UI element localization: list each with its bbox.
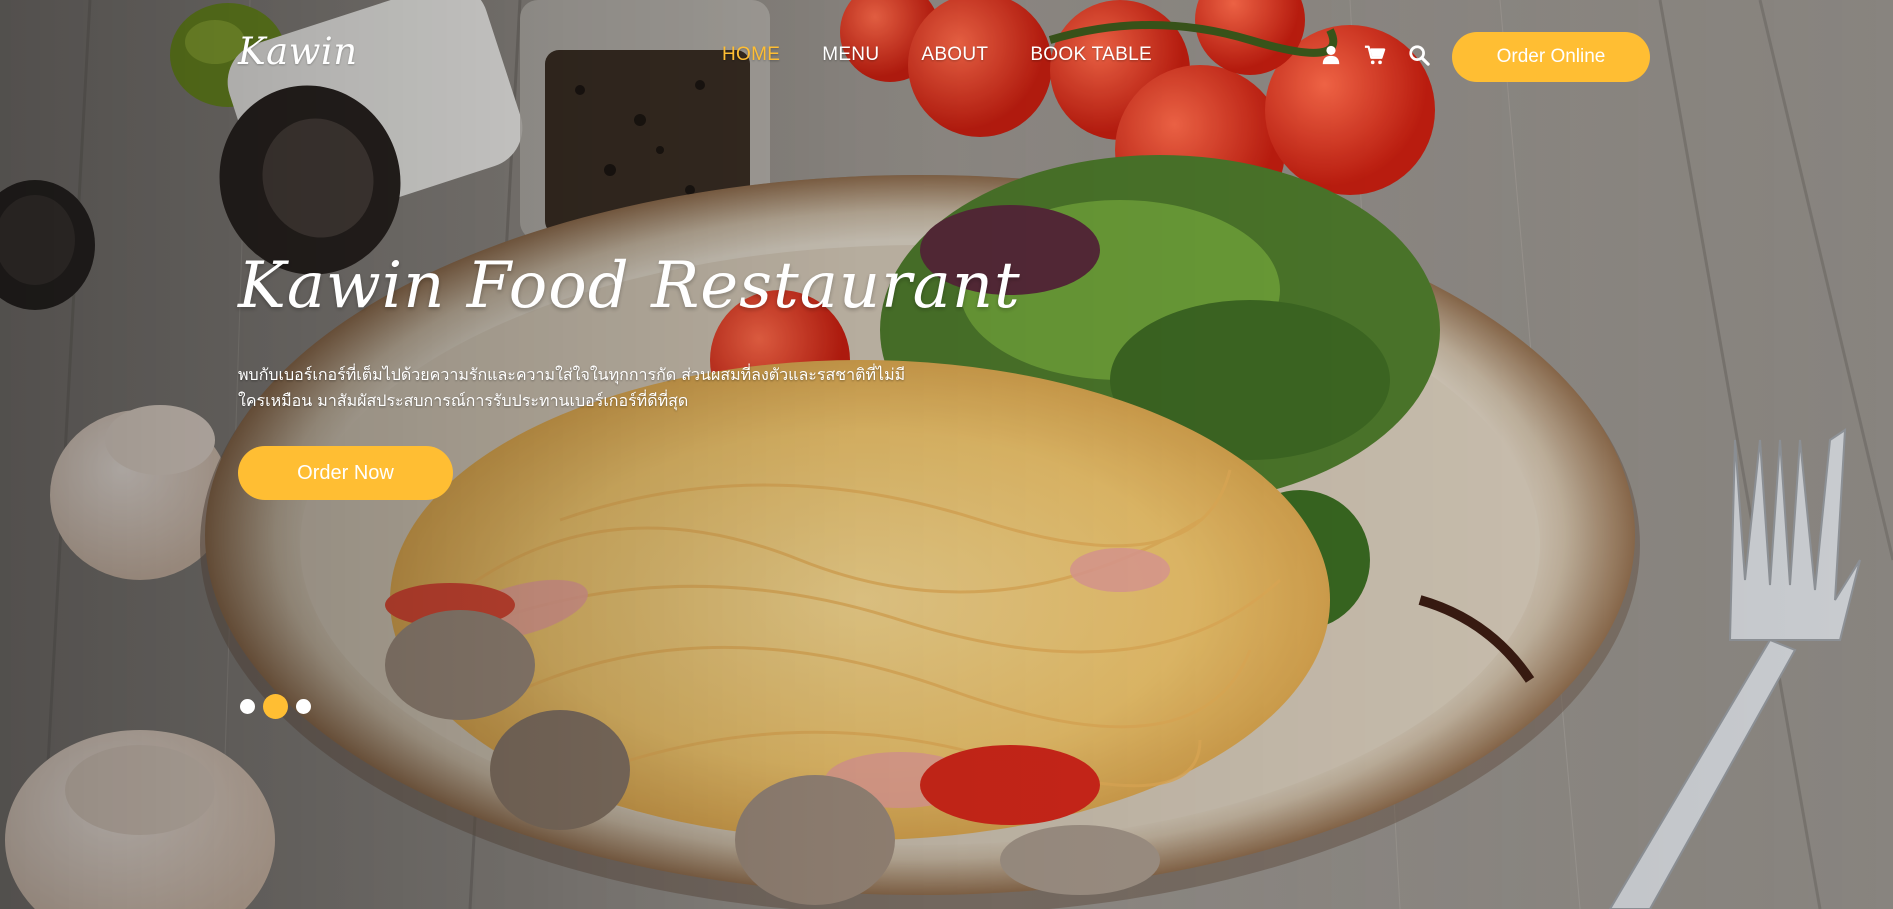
cart-icon[interactable] <box>1364 44 1386 66</box>
nav-icon-group <box>1320 44 1430 66</box>
brand-logo[interactable]: Kawin <box>238 30 358 73</box>
hero-description: พบกับเบอร์เกอร์ที่เต็มไปด้วยความรักและคว… <box>238 362 938 414</box>
hero-description-line-1: พบกับเบอร์เกอร์ที่เต็มไปด้วยความรักและคว… <box>238 365 906 384</box>
main-nav: HOME MENU ABOUT BOOK TABLE <box>722 44 1194 66</box>
carousel-dot[interactable] <box>240 699 255 714</box>
carousel-dot[interactable] <box>296 699 311 714</box>
search-icon[interactable] <box>1408 44 1430 66</box>
carousel-dot-active[interactable] <box>263 694 288 719</box>
hero-description-line-2: ใครเหมือน มาสัมผัสประสบการณ์การรับประทาน… <box>238 391 689 410</box>
nav-item-book-table[interactable]: BOOK TABLE <box>1030 44 1152 66</box>
order-now-button[interactable]: Order Now <box>238 446 453 500</box>
nav-item-home[interactable]: HOME <box>722 44 780 66</box>
order-online-button[interactable]: Order Online <box>1452 32 1650 82</box>
carousel-indicators <box>240 694 311 719</box>
user-icon[interactable] <box>1320 44 1342 66</box>
nav-item-menu[interactable]: MENU <box>822 44 879 66</box>
nav-item-about[interactable]: ABOUT <box>921 44 988 66</box>
hero-title: Kawin Food Restaurant <box>238 249 1021 323</box>
